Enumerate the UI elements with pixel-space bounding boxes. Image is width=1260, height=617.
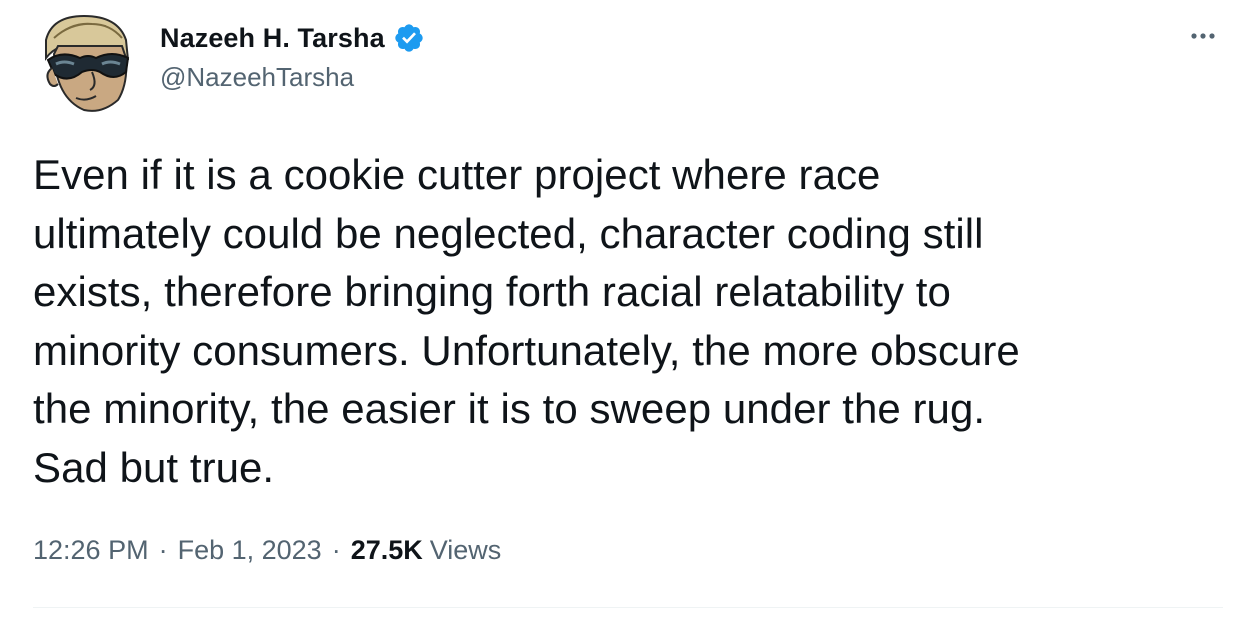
more-horizontal-icon [1191,33,1215,39]
author-name-row: Nazeeh H. Tarsha [160,18,425,58]
tweet-card: Nazeeh H. Tarsha @NazeehTarsha Even if i… [0,0,1260,617]
author-display-name[interactable]: Nazeeh H. Tarsha [160,23,385,54]
verified-badge-icon[interactable] [393,22,425,54]
avatar[interactable] [32,10,136,114]
tweet-text: Even if it is a cookie cutter project wh… [33,151,1020,491]
avatar-illustration [32,10,136,114]
tweet-date[interactable]: Feb 1, 2023 [178,535,322,566]
tweet-meta: 12:26 PM · Feb 1, 2023 · 27.5K Views [33,535,501,566]
author-handle[interactable]: @NazeehTarsha [160,62,354,93]
views-label: Views [429,535,502,565]
divider [33,607,1223,608]
tweet-time[interactable]: 12:26 PM [33,535,149,566]
meta-separator: · [158,535,168,565]
meta-separator: · [331,535,341,565]
more-options-button[interactable] [1183,22,1223,50]
views-count: 27.5K [350,535,423,565]
